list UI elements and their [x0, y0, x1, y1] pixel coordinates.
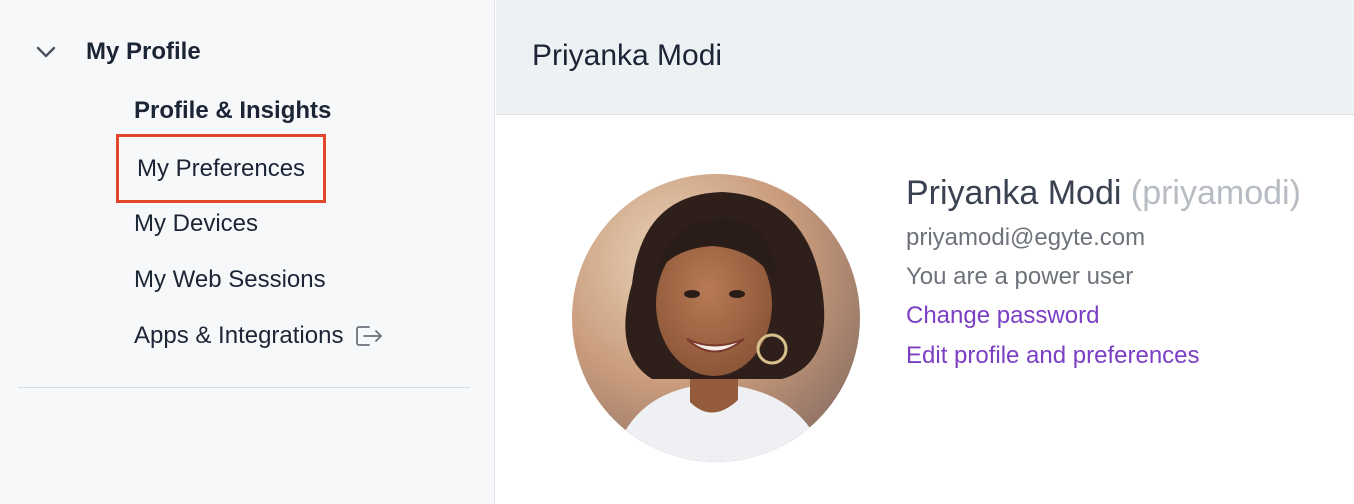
edit-profile-link[interactable]: Edit profile and preferences: [906, 336, 1301, 376]
profile-role: You are a power user: [906, 263, 1134, 290]
profile-info: Priyanka Modi (priyamodi) priyamodi@egyt…: [906, 168, 1301, 376]
chevron-down-icon: [32, 38, 60, 66]
section-title: My Profile: [86, 38, 201, 65]
page-title: Priyanka Modi: [532, 39, 723, 72]
my-profile-section-toggle[interactable]: My Profile: [32, 34, 201, 70]
change-password-link[interactable]: Change password: [906, 296, 1301, 336]
profile-name: Priyanka Modi: [906, 174, 1122, 212]
page-header: Priyanka Modi: [496, 0, 1354, 115]
external-link-icon: [355, 324, 385, 348]
sidebar-item-profile-insights[interactable]: Profile & Insights: [134, 91, 331, 131]
main-content: Priyanka Modi Priyanka Modi (priyamodi) …: [496, 0, 1354, 504]
sidebar-item-label: My Devices: [134, 210, 259, 237]
sidebar-item-label: My Preferences: [137, 154, 306, 182]
app: My Profile Profile & Insights My Prefere…: [0, 0, 1354, 504]
sidebar-divider: [18, 387, 470, 388]
sidebar: My Profile Profile & Insights My Prefere…: [0, 0, 495, 504]
sidebar-item-label: Profile & Insights: [134, 97, 332, 124]
profile-name-line: Priyanka Modi (priyamodi): [906, 168, 1301, 218]
sidebar-item-my-web-sessions[interactable]: My Web Sessions: [134, 260, 326, 300]
sidebar-item-label: My Web Sessions: [134, 266, 326, 293]
sidebar-item-my-preferences[interactable]: My Preferences: [116, 134, 327, 203]
sidebar-item-apps-integrations[interactable]: Apps & Integrations: [134, 316, 385, 356]
profile-email: priyamodi@egyte.com: [906, 224, 1146, 251]
avatar: [572, 174, 860, 462]
sidebar-item-label: Apps & Integrations: [134, 322, 344, 349]
sidebar-item-my-devices[interactable]: My Devices: [134, 204, 258, 244]
profile-username: (priyamodi): [1130, 174, 1301, 212]
